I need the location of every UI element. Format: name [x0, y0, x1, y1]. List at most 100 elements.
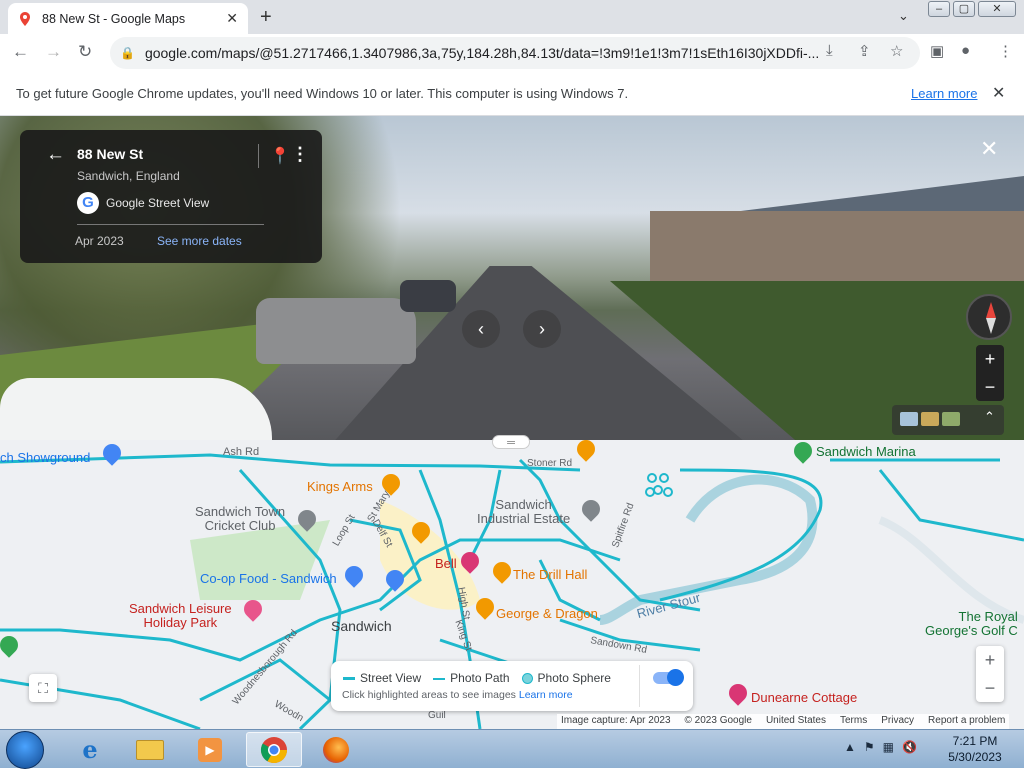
- system-tray: ▲ ⚑ ▦ 🔇: [844, 740, 917, 754]
- file-explorer-icon[interactable]: [122, 732, 178, 767]
- legend-photo-path: Photo Path: [433, 671, 510, 685]
- tab-close-icon[interactable]: ✕: [226, 10, 238, 27]
- chrome-menu-icon[interactable]: ⋮: [998, 42, 1013, 60]
- legend-learn-more-link[interactable]: Learn more: [519, 689, 573, 701]
- compass-south-needle: [986, 318, 996, 334]
- forward-arrow-icon[interactable]: →: [45, 42, 62, 62]
- copyright-text: © 2023 Google: [684, 715, 752, 726]
- minimize-button[interactable]: –: [928, 1, 950, 17]
- map-attribution: Image capture: Apr 2023 © 2023 Google Un…: [557, 714, 1010, 729]
- thumbnail-1[interactable]: [900, 412, 918, 426]
- share-icon[interactable]: ⇪: [858, 42, 871, 60]
- privacy-link[interactable]: Privacy: [881, 715, 914, 728]
- street-view-layer-legend: Street View Photo Path Photo Sphere Clic…: [331, 661, 693, 711]
- chrome-logo-icon: [260, 736, 288, 763]
- location-pin-icon[interactable]: 📍: [270, 146, 290, 166]
- windows-taskbar: e ▶ ▲ ⚑ ▦ 🔇 7:21 PM 5/30/2023: [0, 729, 1024, 769]
- start-button-icon[interactable]: [6, 731, 44, 769]
- action-center-flag-icon[interactable]: ⚑: [864, 740, 875, 754]
- more-options-icon[interactable]: ⋮: [291, 144, 309, 165]
- label-sandwich-marina[interactable]: Sandwich Marina: [816, 444, 916, 459]
- image-capture-text: Image capture: Apr 2023: [561, 715, 671, 726]
- street-view-provider: Google Street View: [106, 196, 210, 210]
- label-royal-golf[interactable]: The Royal George's Golf C: [925, 610, 1018, 638]
- street-view-close-button[interactable]: ✕: [980, 136, 998, 162]
- legend-photo-sphere: Photo Sphere: [521, 671, 611, 685]
- google-logo-icon: G: [77, 192, 99, 214]
- street-view-layer-toggle[interactable]: [653, 669, 684, 686]
- tab-search-chevron-icon[interactable]: ⌄: [898, 8, 909, 24]
- legend-divider: [639, 665, 640, 707]
- show-hidden-icons-icon[interactable]: ▲: [844, 740, 856, 754]
- label-leisure-park[interactable]: Sandwich Leisure Holiday Park: [129, 602, 232, 630]
- street-view-zoom-in-button[interactable]: +: [976, 345, 1004, 373]
- label-drill-hall[interactable]: The Drill Hall: [513, 567, 587, 582]
- compass-north-needle: [986, 302, 996, 318]
- back-arrow-icon[interactable]: ←: [12, 42, 29, 62]
- internet-explorer-icon[interactable]: e: [62, 732, 118, 767]
- capture-date: Apr 2023: [75, 234, 124, 248]
- new-tab-button[interactable]: +: [260, 6, 272, 29]
- tab-title: 88 New St - Google Maps: [42, 11, 186, 26]
- chrome-taskbar-icon[interactable]: [246, 732, 302, 767]
- update-infobar: To get future Google Chrome updates, you…: [0, 72, 1024, 116]
- taskbar-clock[interactable]: 7:21 PM 5/30/2023: [944, 733, 1006, 765]
- see-more-dates-link[interactable]: See more dates: [157, 234, 242, 248]
- label-co-op[interactable]: Co-op Food - Sandwich: [200, 571, 337, 586]
- panorama-white-car: [0, 378, 272, 440]
- tab-google-maps[interactable]: 88 New St - Google Maps ✕: [8, 3, 248, 34]
- label-kings-arms[interactable]: Kings Arms: [307, 479, 373, 494]
- label-cricket-club[interactable]: Sandwich Town Cricket Club: [195, 505, 285, 533]
- street-view-line-icon: [343, 677, 355, 681]
- expand-thumbnails-icon[interactable]: ⌃: [984, 409, 1002, 424]
- terms-link[interactable]: Terms: [840, 715, 867, 728]
- street-view-info-card: ← 88 New St Sandwich, England G Google S…: [20, 130, 322, 263]
- legend-items: Street View Photo Path Photo Sphere: [343, 671, 611, 685]
- infobar-learn-more-link[interactable]: Learn more: [911, 86, 977, 101]
- thumbnail-3[interactable]: [942, 412, 960, 426]
- map-zoom-in-button[interactable]: +: [976, 646, 1004, 674]
- map-zoom-controls: + −: [976, 646, 1004, 702]
- maximize-button[interactable]: ▢: [953, 1, 975, 17]
- map-zoom-out-button[interactable]: −: [976, 674, 1004, 702]
- pane-resize-handle[interactable]: ═: [492, 435, 530, 449]
- photo-thumbnails-strip[interactable]: ⌃: [892, 405, 1004, 435]
- region-link[interactable]: United States: [766, 715, 826, 728]
- street-view-zoom-controls: + −: [976, 345, 1004, 401]
- media-player-icon[interactable]: ▶: [182, 732, 238, 767]
- install-app-icon[interactable]: ⤓: [826, 42, 833, 59]
- bookmark-star-icon[interactable]: ☆: [890, 42, 903, 60]
- reload-icon[interactable]: ↻: [78, 42, 92, 62]
- panorama-building: [650, 211, 1024, 286]
- nav-next-button[interactable]: ›: [523, 310, 561, 348]
- label-dunearne-cottage[interactable]: Dunearne Cottage: [751, 690, 857, 705]
- label-showground[interactable]: ch Showground: [0, 450, 90, 465]
- volume-muted-icon[interactable]: 🔇: [902, 740, 917, 754]
- side-panel-icon[interactable]: ▣: [930, 42, 944, 60]
- infobar-close-icon[interactable]: ✕: [992, 83, 1005, 103]
- google-maps-favicon-icon: [20, 11, 30, 26]
- report-problem-link[interactable]: Report a problem: [928, 715, 1005, 728]
- label-ash-rd: Ash Rd: [223, 446, 260, 458]
- nav-prev-button[interactable]: ‹: [462, 310, 500, 348]
- thumbnail-2[interactable]: [921, 412, 939, 426]
- url-text: google.com/maps/@51.2717466,1.3407986,3a…: [144, 45, 820, 61]
- label-industrial-estate[interactable]: Sandwich Industrial Estate: [477, 498, 570, 526]
- panorama-dark-car: [400, 280, 456, 312]
- street-view-panorama[interactable]: ← 88 New St Sandwich, England G Google S…: [0, 116, 1024, 440]
- firefox-icon[interactable]: [308, 732, 364, 767]
- clock-time: 7:21 PM: [952, 734, 998, 748]
- photo-path-line-icon: [433, 677, 446, 680]
- label-bell[interactable]: Bell: [435, 556, 457, 571]
- network-icon[interactable]: ▦: [883, 740, 894, 754]
- back-arrow-icon[interactable]: ←: [46, 144, 65, 166]
- profile-avatar-icon[interactable]: ●: [961, 42, 970, 59]
- expand-map-icon[interactable]: ⛶: [29, 674, 57, 702]
- compass-icon[interactable]: [966, 294, 1012, 340]
- close-window-button[interactable]: ✕: [978, 1, 1016, 17]
- street-view-zoom-out-button[interactable]: −: [976, 373, 1004, 401]
- label-george-dragon[interactable]: George & Dragon: [496, 606, 598, 621]
- address-bar[interactable]: 🔒 google.com/maps/@51.2717466,1.3407986,…: [110, 37, 920, 69]
- info-card-divider: [77, 224, 264, 225]
- legend-hint: Click highlighted areas to see images Le…: [342, 689, 573, 701]
